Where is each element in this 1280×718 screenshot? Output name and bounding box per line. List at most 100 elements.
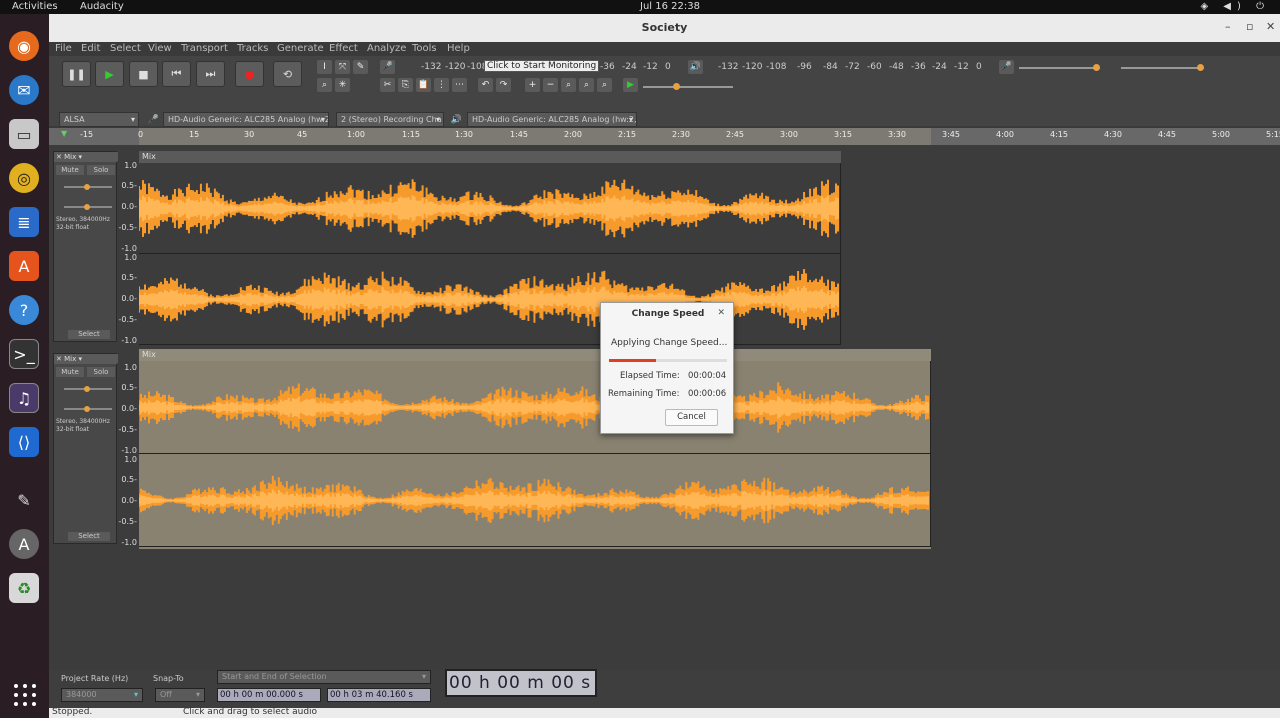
audio-clip-selected[interactable]: Mix — [139, 349, 931, 549]
minimize-button[interactable]: – — [1225, 20, 1231, 33]
clip-name[interactable]: Mix — [139, 151, 841, 163]
selection-end-time[interactable]: 00 h 03 m 40.160 s — [327, 688, 431, 702]
timeline-ruler[interactable]: ▼ -15 0 15 30 45 1:00 1:15 1:30 1:45 2:0… — [49, 128, 1280, 145]
trash-icon[interactable]: ♻ — [9, 573, 39, 603]
pan-slider[interactable] — [64, 406, 112, 412]
undo-icon[interactable]: ↶ — [478, 78, 493, 92]
audio-position-display[interactable]: 00 h 00 m 00 s — [445, 669, 597, 697]
audio-clip[interactable]: Mix — [139, 151, 841, 347]
track-select-button[interactable]: Select — [68, 532, 110, 541]
selection-tool-icon[interactable]: I — [317, 60, 332, 74]
playback-volume-slider[interactable] — [1121, 64, 1204, 71]
clip-name[interactable]: Mix — [139, 349, 931, 361]
updater-icon[interactable]: A — [9, 529, 39, 559]
firefox-icon[interactable]: ◉ — [9, 31, 39, 61]
menu-select[interactable]: Select — [110, 42, 141, 56]
channel-left[interactable] — [139, 163, 841, 254]
play-at-speed-icon[interactable]: ▶ — [623, 78, 638, 92]
snap-to-select[interactable]: Off ▾ — [155, 688, 205, 702]
paste-icon[interactable]: 📋 — [416, 78, 431, 92]
help-icon[interactable]: ? — [9, 295, 39, 325]
rhythmbox-icon[interactable]: ◎ — [9, 163, 39, 193]
gimp-icon[interactable]: ✎ — [9, 485, 39, 515]
channel-right[interactable] — [139, 254, 841, 345]
zoom-toggle-icon[interactable]: ⌕ — [597, 78, 612, 92]
menu-file[interactable]: File — [55, 42, 72, 56]
track-name-menu[interactable]: ✕ Mix ▾ — [54, 354, 118, 364]
stop-button[interactable]: ■ — [129, 61, 158, 87]
pan-slider[interactable] — [64, 204, 112, 210]
vscode-icon[interactable]: ⟨⟩ — [9, 427, 39, 457]
ruler-play-head-icon[interactable]: ▼ — [61, 129, 67, 138]
solo-button[interactable]: Solo — [87, 367, 115, 377]
multi-tool-icon[interactable]: ✳ — [335, 78, 350, 92]
window-title: Society — [641, 21, 688, 34]
zoom-in-icon[interactable]: + — [525, 78, 540, 92]
dialog-close-button[interactable]: ✕ — [717, 308, 725, 318]
menu-tools[interactable]: Tools — [412, 42, 437, 56]
selection-start-time[interactable]: 00 h 00 m 00.000 s — [217, 688, 321, 702]
writer-icon[interactable]: ≣ — [9, 207, 39, 237]
copy-icon[interactable]: ⎘ — [398, 78, 413, 92]
track-select-button[interactable]: Select — [68, 330, 110, 339]
menu-view[interactable]: View — [148, 42, 172, 56]
track-control-panel[interactable]: ✕ Mix ▾ Mute Solo Stereo, 384000Hz 32-bi… — [53, 353, 118, 544]
activities-button[interactable]: Activities — [12, 0, 58, 14]
redo-icon[interactable]: ↷ — [496, 78, 511, 92]
menu-tracks[interactable]: Tracks — [237, 42, 268, 56]
audio-host-select[interactable]: ALSA — [59, 112, 139, 127]
terminal-icon[interactable]: >_ — [9, 339, 39, 369]
envelope-tool-icon[interactable]: ⤧ — [335, 60, 350, 74]
clock[interactable]: Jul 16 22:38 — [640, 0, 700, 14]
skip-to-start-button[interactable]: ⏮ — [162, 61, 191, 87]
vertical-scale[interactable]: 1.0 0.5- 0.0- -0.5- -1.0 1.0 0.5- 0.0- -… — [117, 363, 139, 547]
menu-effect[interactable]: Effect — [329, 42, 358, 56]
cancel-button[interactable]: Cancel — [665, 409, 718, 426]
channel-left[interactable] — [139, 361, 931, 454]
cut-icon[interactable]: ✂ — [380, 78, 395, 92]
track-name-menu[interactable]: ✕ Mix ▾ — [54, 152, 118, 162]
loop-button[interactable]: ⟲ — [273, 61, 302, 87]
gain-slider[interactable] — [64, 184, 112, 190]
selection-mode-select[interactable]: Start and End of Selection ▾ — [217, 670, 431, 684]
audacity-icon[interactable]: ♫ — [9, 383, 39, 413]
system-tray[interactable]: ◈ ◀) ⏻ — [1200, 0, 1270, 14]
menu-transport[interactable]: Transport — [181, 42, 228, 56]
project-rate-select[interactable]: 384000 ▾ — [61, 688, 143, 702]
play-speed-slider[interactable] — [643, 83, 733, 90]
monitor-button[interactable]: Click to Start Monitoring — [484, 60, 600, 72]
fit-project-icon[interactable]: ⌕ — [579, 78, 594, 92]
software-icon[interactable]: A — [9, 251, 39, 281]
active-app-label[interactable]: Audacity — [80, 0, 124, 14]
trim-icon[interactable]: ⋮ — [434, 78, 449, 92]
menu-help[interactable]: Help — [447, 42, 470, 56]
files-icon[interactable]: ▭ — [9, 119, 39, 149]
zoom-out-icon[interactable]: − — [543, 78, 558, 92]
close-button[interactable]: ✕ — [1266, 20, 1275, 33]
menu-edit[interactable]: Edit — [81, 42, 100, 56]
record-button[interactable]: ● — [235, 61, 264, 87]
playback-device-select[interactable]: HD-Audio Generic: ALC285 Analog (hw:2, — [467, 112, 637, 127]
play-button[interactable]: ▶ — [95, 61, 124, 87]
skip-to-end-button[interactable]: ⏭ — [196, 61, 225, 87]
menu-analyze[interactable]: Analyze — [367, 42, 406, 56]
vertical-scale[interactable]: 1.0 0.5- 0.0- -0.5- -1.0 1.0 0.5- 0.0- -… — [117, 161, 139, 345]
channel-right[interactable] — [139, 454, 931, 547]
recording-device-select[interactable]: HD-Audio Generic: ALC285 Analog (hw:2, — [163, 112, 329, 127]
maximize-button[interactable]: ▫ — [1246, 20, 1253, 33]
app-grid-icon[interactable] — [14, 684, 36, 706]
pause-button[interactable]: ❚❚ — [62, 61, 91, 87]
mute-button[interactable]: Mute — [56, 165, 84, 175]
mute-button[interactable]: Mute — [56, 367, 84, 377]
menu-generate[interactable]: Generate — [277, 42, 324, 56]
gain-slider[interactable] — [64, 386, 112, 392]
solo-button[interactable]: Solo — [87, 165, 115, 175]
silence-icon[interactable]: ⋯ — [452, 78, 467, 92]
zoom-tool-icon[interactable]: ⌕ — [317, 78, 332, 92]
recording-volume-slider[interactable] — [1019, 64, 1100, 71]
fit-selection-icon[interactable]: ⌕ — [561, 78, 576, 92]
thunderbird-icon[interactable]: ✉ — [9, 75, 39, 105]
draw-tool-icon[interactable]: ✎ — [353, 60, 368, 74]
recording-channels-select[interactable]: 2 (Stereo) Recording Cha — [336, 112, 444, 127]
track-control-panel[interactable]: ✕ Mix ▾ Mute Solo Stereo, 384000Hz 32-bi… — [53, 151, 118, 342]
